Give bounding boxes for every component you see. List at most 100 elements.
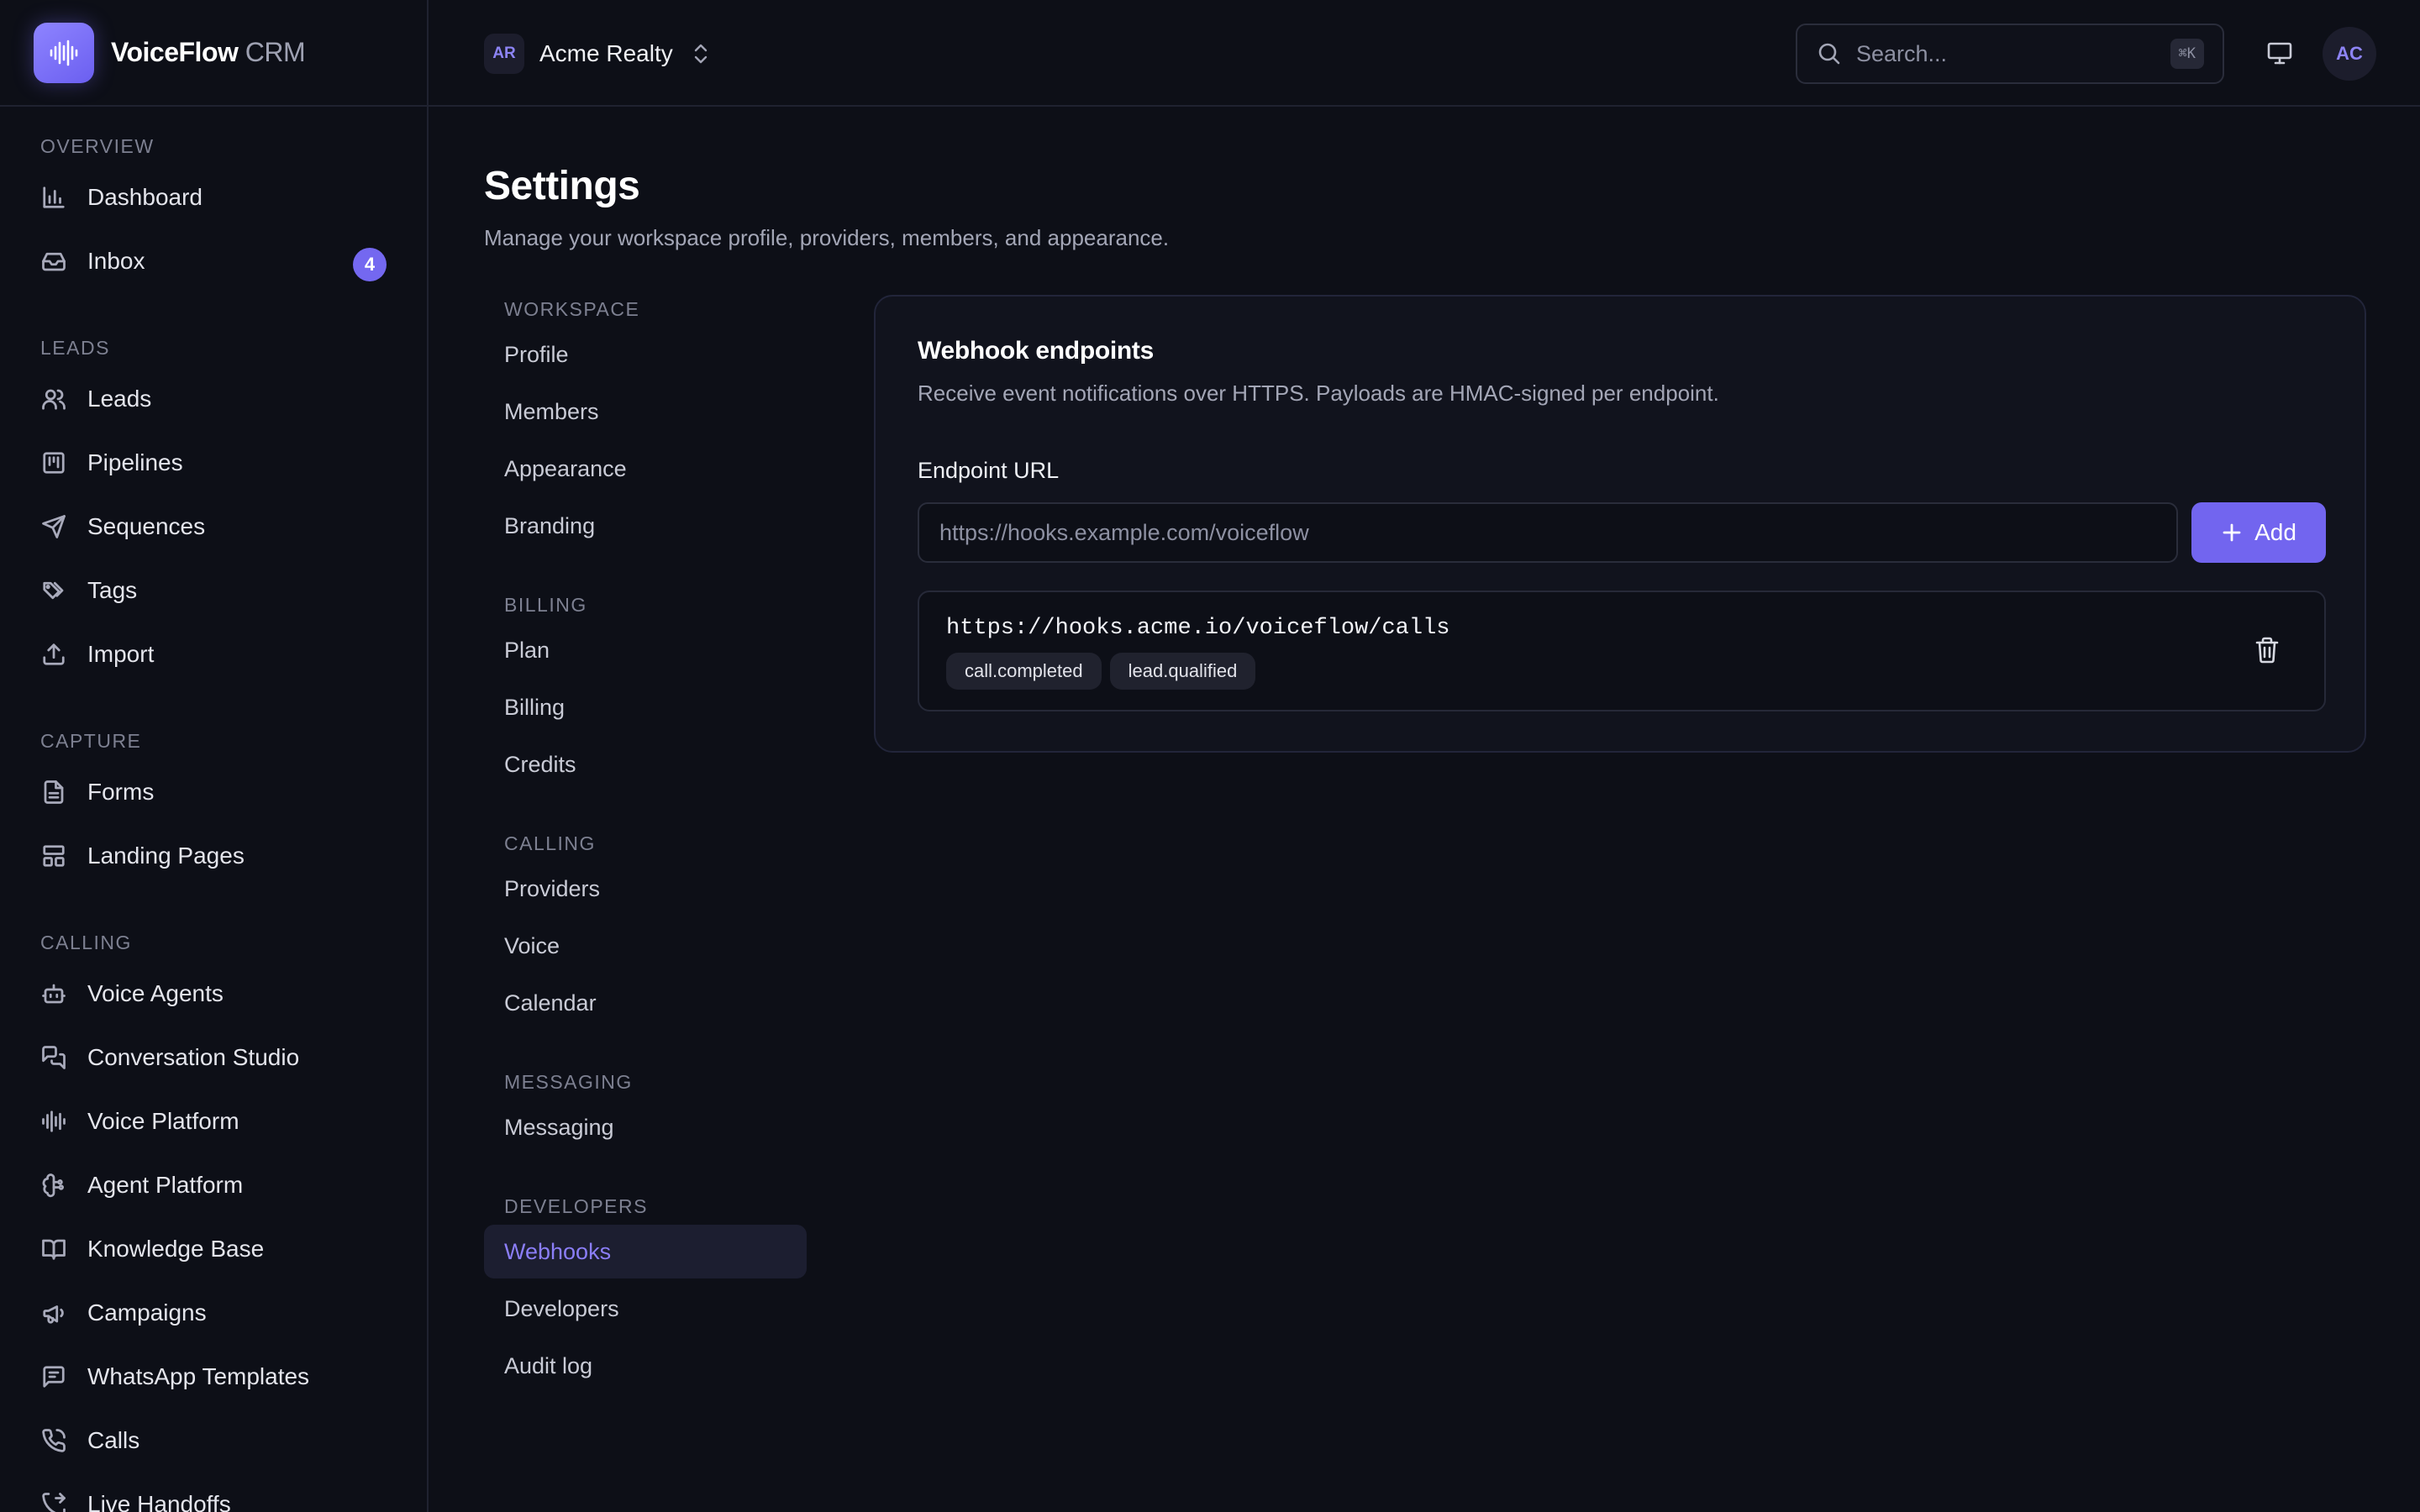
settings-nav-gap — [484, 1158, 807, 1188]
topbar: AR Acme Realty Search... ⌘K AC — [429, 0, 2420, 107]
sidebar-item-label: Dashboard — [87, 184, 203, 210]
sidebar-item-label: Calls — [87, 1427, 140, 1453]
app-name-suffix: CRM — [245, 37, 306, 67]
settings-nav-plan[interactable]: Plan — [484, 623, 807, 677]
megaphone-icon — [40, 1299, 67, 1326]
sidebar-item-whatsapp-templates[interactable]: WhatsApp Templates — [0, 1345, 427, 1409]
settings-nav-profile[interactable]: Profile — [484, 328, 807, 381]
settings-nav-audit-log[interactable]: Audit log — [484, 1339, 807, 1393]
settings-nav-credits[interactable]: Credits — [484, 738, 807, 791]
sidebar-item-voice-agents[interactable]: Voice Agents — [0, 962, 427, 1026]
phone-forward-icon — [40, 1491, 67, 1512]
sidebar-item-import[interactable]: Import — [0, 622, 427, 686]
sidebar-item-label: Campaigns — [87, 1299, 207, 1326]
sidebar-item-live-handoffs[interactable]: Live Handoffs — [0, 1473, 427, 1512]
send-icon — [40, 513, 67, 540]
sidebar-item-leads[interactable]: Leads — [0, 367, 427, 431]
workspace-avatar: AR — [484, 34, 524, 74]
sidebar-item-label: Knowledge Base — [87, 1236, 265, 1262]
sidebar-item-pipelines[interactable]: Pipelines — [0, 431, 427, 495]
plus-icon — [2221, 522, 2243, 543]
sidebar: VoiceFlow CRM OVERVIEW Dashboard Inbox 4 LEA… — [0, 0, 429, 1512]
audio-wave-icon — [50, 39, 78, 66]
page-subtitle: Manage your workspace profile, providers… — [484, 225, 1170, 250]
webhook-endpoints-card: Webhook endpoints Receive event notifica… — [874, 295, 2366, 753]
audio-lines-icon — [40, 1108, 67, 1135]
search-icon — [1816, 40, 1843, 67]
add-endpoint-button[interactable]: Add — [2191, 502, 2326, 563]
sidebar-item-label: Voice Agents — [87, 980, 224, 1006]
settings-nav-members[interactable]: Members — [484, 385, 807, 438]
kanban-icon — [40, 449, 67, 476]
endpoint-url-placeholder: https://hooks.example.com/voiceflow — [939, 519, 1309, 545]
sidebar-item-dashboard[interactable]: Dashboard — [0, 165, 427, 229]
sidebar-item-label: Inbox — [87, 248, 145, 274]
brain-icon — [40, 1172, 67, 1199]
settings-nav-calendar[interactable]: Calendar — [484, 976, 807, 1030]
sidebar-item-conversation-studio[interactable]: Conversation Studio — [0, 1026, 427, 1089]
search-input[interactable]: Search... ⌘K — [1796, 24, 2224, 84]
nav-gap — [0, 293, 427, 328]
sidebar-item-label: Conversation Studio — [87, 1044, 300, 1070]
workspace-name: Acme Realty — [539, 40, 673, 66]
endpoint-row: https://hooks.acme.io/voiceflow/calls ca… — [918, 591, 2326, 711]
chevrons-up-down-icon — [690, 41, 712, 66]
sidebar-item-knowledge-base[interactable]: Knowledge Base — [0, 1217, 427, 1281]
sidebar-item-label: WhatsApp Templates — [87, 1363, 310, 1389]
endpoint-url-input[interactable]: https://hooks.example.com/voiceflow — [918, 502, 2178, 563]
settings-nav-billing[interactable]: Billing — [484, 680, 807, 734]
sidebar-item-forms[interactable]: Forms — [0, 760, 427, 824]
logo[interactable] — [34, 22, 94, 83]
sidebar-item-label: Leads — [87, 386, 152, 412]
search-placeholder: Search... — [1856, 40, 1948, 66]
sidebar-item-campaigns[interactable]: Campaigns — [0, 1281, 427, 1345]
sidebar-item-label: Live Handoffs — [87, 1491, 231, 1512]
bar-chart-icon — [40, 184, 67, 211]
settings-section-label: WORKSPACE — [504, 297, 640, 320]
sidebar-item-label: Landing Pages — [87, 843, 245, 869]
nav-section-label: CAPTURE — [40, 729, 142, 752]
sidebar-item-agent-platform[interactable]: Agent Platform — [0, 1153, 427, 1217]
bot-icon — [40, 980, 67, 1007]
phone-icon — [40, 1427, 67, 1454]
settings-nav-appearance[interactable]: Appearance — [484, 442, 807, 496]
nav-section-label: OVERVIEW — [40, 134, 155, 157]
page-title: Settings — [484, 164, 640, 208]
file-text-icon — [40, 779, 67, 806]
sidebar-item-label: Sequences — [87, 513, 206, 539]
upload-icon — [40, 641, 67, 668]
sidebar-item-label: Import — [87, 641, 155, 667]
settings-nav-webhooks[interactable]: Webhooks — [484, 1225, 807, 1278]
nav-gap — [0, 888, 427, 923]
settings-nav-developers[interactable]: Developers — [484, 1282, 807, 1336]
endpoint-url-label: Endpoint URL — [918, 458, 1060, 483]
event-tag: lead.qualified — [1109, 653, 1256, 690]
settings-nav-voice[interactable]: Voice — [484, 919, 807, 973]
app-name-main: VoiceFlow — [111, 37, 239, 67]
settings-section-label: CALLING — [504, 832, 596, 854]
unread-badge: 4 — [353, 248, 387, 281]
inbox-icon — [40, 248, 67, 275]
settings-nav-branding[interactable]: Branding — [484, 499, 807, 553]
sidebar-item-label: Agent Platform — [87, 1172, 244, 1198]
sidebar-item-tags[interactable]: Tags — [0, 559, 427, 622]
trash-icon[interactable] — [2254, 636, 2281, 664]
sidebar-item-inbox[interactable]: Inbox 4 — [0, 229, 427, 293]
workspace-switcher[interactable]: AR Acme Realty — [484, 34, 712, 74]
sidebar-item-voice-platform[interactable]: Voice Platform — [0, 1089, 427, 1153]
card-title: Webhook endpoints — [918, 337, 1154, 365]
tags-icon — [40, 577, 67, 604]
monitor-icon[interactable] — [2265, 39, 2294, 67]
endpoint-url: https://hooks.acme.io/voiceflow/calls — [946, 616, 1450, 641]
messages-icon — [40, 1044, 67, 1071]
settings-nav-gap — [484, 556, 807, 586]
layout-icon — [40, 843, 67, 869]
sidebar-item-sequences[interactable]: Sequences — [0, 495, 427, 559]
sidebar-item-calls[interactable]: Calls — [0, 1409, 427, 1473]
sidebar-item-label: Tags — [87, 577, 138, 603]
sidebar-item-landing-pages[interactable]: Landing Pages — [0, 824, 427, 888]
nav-section-label: CALLING — [40, 931, 132, 953]
user-avatar[interactable]: AC — [2323, 27, 2376, 81]
settings-nav-messaging[interactable]: Messaging — [484, 1100, 807, 1154]
settings-nav-providers[interactable]: Providers — [484, 862, 807, 916]
